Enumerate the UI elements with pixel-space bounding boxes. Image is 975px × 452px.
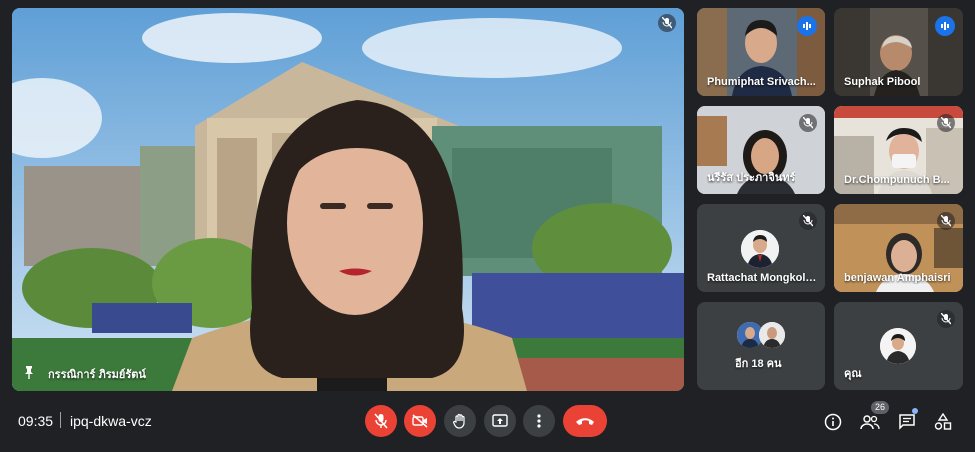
leave-call-button[interactable] <box>563 405 607 437</box>
avatar <box>880 328 916 364</box>
participant-name: Suphak Pibool <box>844 76 921 88</box>
raise-hand-button[interactable] <box>444 405 476 437</box>
present-icon <box>492 414 508 427</box>
hand-icon <box>453 413 465 429</box>
chat-notification-dot <box>912 408 918 414</box>
speaking-indicator-icon <box>797 16 817 36</box>
participant-tile-1[interactable]: Phumiphat Srivach... <box>697 8 825 96</box>
participant-tile-4[interactable]: Dr.Chompunuch B... <box>834 106 963 194</box>
mic-off-icon <box>799 114 817 132</box>
activities-icon <box>934 413 952 430</box>
participant-tile-6[interactable]: benjawan Amphaisri <box>834 204 963 292</box>
mic-off-icon <box>799 212 817 230</box>
mic-off-icon <box>937 310 955 328</box>
activities-button[interactable] <box>931 410 955 434</box>
participant-tile-5[interactable]: Rattachat Mongkoln... <box>697 204 825 292</box>
speaker-video <box>172 100 527 391</box>
more-vert-icon <box>537 414 541 428</box>
more-participants-label: อีก 18 คน <box>735 358 782 370</box>
participant-name: นรีรัส ประภาจินทร์ <box>707 172 796 184</box>
separator <box>60 412 61 428</box>
participant-name: คุณ <box>844 368 862 380</box>
people-count-badge: 26 <box>871 401 890 414</box>
mic-off-icon <box>658 14 676 32</box>
avatar <box>759 322 785 348</box>
participant-tile-more[interactable]: อีก 18 คน <box>697 302 825 390</box>
people-icon <box>860 415 880 430</box>
pin-icon[interactable] <box>22 365 36 379</box>
participant-tile-2[interactable]: Suphak Pibool <box>834 8 963 96</box>
speaking-indicator-icon <box>935 16 955 36</box>
mic-off-icon <box>937 114 955 132</box>
participant-name: Rattachat Mongkoln... <box>707 272 819 284</box>
info-icon <box>824 413 842 431</box>
participant-name: Dr.Chompunuch B... <box>844 174 950 186</box>
mic-off-icon <box>374 413 388 429</box>
chat-icon <box>899 414 915 430</box>
participant-tile-3[interactable]: นรีรัส ประภาจินทร์ <box>697 106 825 194</box>
hang-up-icon <box>576 418 594 425</box>
camera-off-icon <box>412 414 428 428</box>
participant-name: benjawan Amphaisri <box>844 272 951 284</box>
participant-tile-self[interactable]: คุณ <box>834 302 963 390</box>
present-screen-button[interactable] <box>484 405 516 437</box>
meeting-code[interactable]: ipq-dkwa-vcz <box>70 413 152 429</box>
meeting-time: 09:35 <box>18 413 54 429</box>
avatar <box>741 230 779 268</box>
mic-off-icon <box>937 212 955 230</box>
main-speaker-tile[interactable]: กรรณิการ์ ภิรมย์รัตน์ <box>12 8 684 391</box>
camera-toggle-button[interactable] <box>404 405 436 437</box>
more-options-button[interactable] <box>523 405 555 437</box>
participant-name: Phumiphat Srivach... <box>707 76 816 88</box>
meeting-details-button[interactable] <box>821 410 845 434</box>
main-speaker-name: กรรณิการ์ ภิรมย์รัตน์ <box>48 369 146 381</box>
microphone-toggle-button[interactable] <box>365 405 397 437</box>
